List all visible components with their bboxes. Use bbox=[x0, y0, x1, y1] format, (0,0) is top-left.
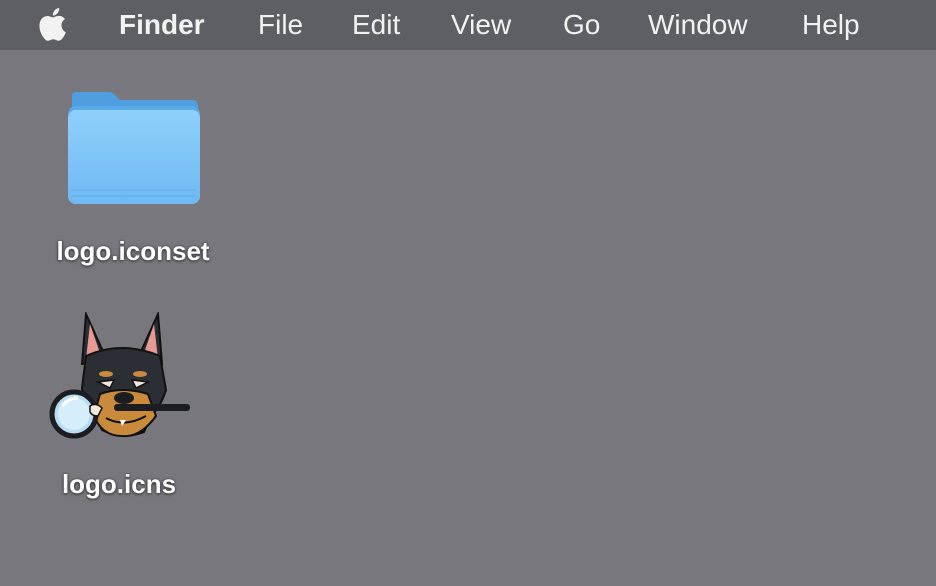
menu-window[interactable]: Window bbox=[648, 8, 748, 42]
menu-edit[interactable]: Edit bbox=[352, 8, 400, 42]
menu-file[interactable]: File bbox=[258, 8, 303, 42]
desktop-item-label[interactable]: logo.iconset bbox=[56, 236, 209, 267]
doberman-magnifier-icon[interactable] bbox=[48, 312, 193, 442]
desktop-item-label[interactable]: logo.icns bbox=[62, 469, 176, 500]
menu-app-finder[interactable]: Finder bbox=[119, 8, 205, 42]
apple-logo-icon[interactable] bbox=[38, 5, 72, 43]
folder-icon[interactable] bbox=[64, 90, 204, 208]
menu-help[interactable]: Help bbox=[802, 8, 860, 42]
menu-bar: Finder File Edit View Go Window Help bbox=[0, 0, 936, 50]
menu-go[interactable]: Go bbox=[563, 8, 600, 42]
menu-view[interactable]: View bbox=[451, 8, 511, 42]
